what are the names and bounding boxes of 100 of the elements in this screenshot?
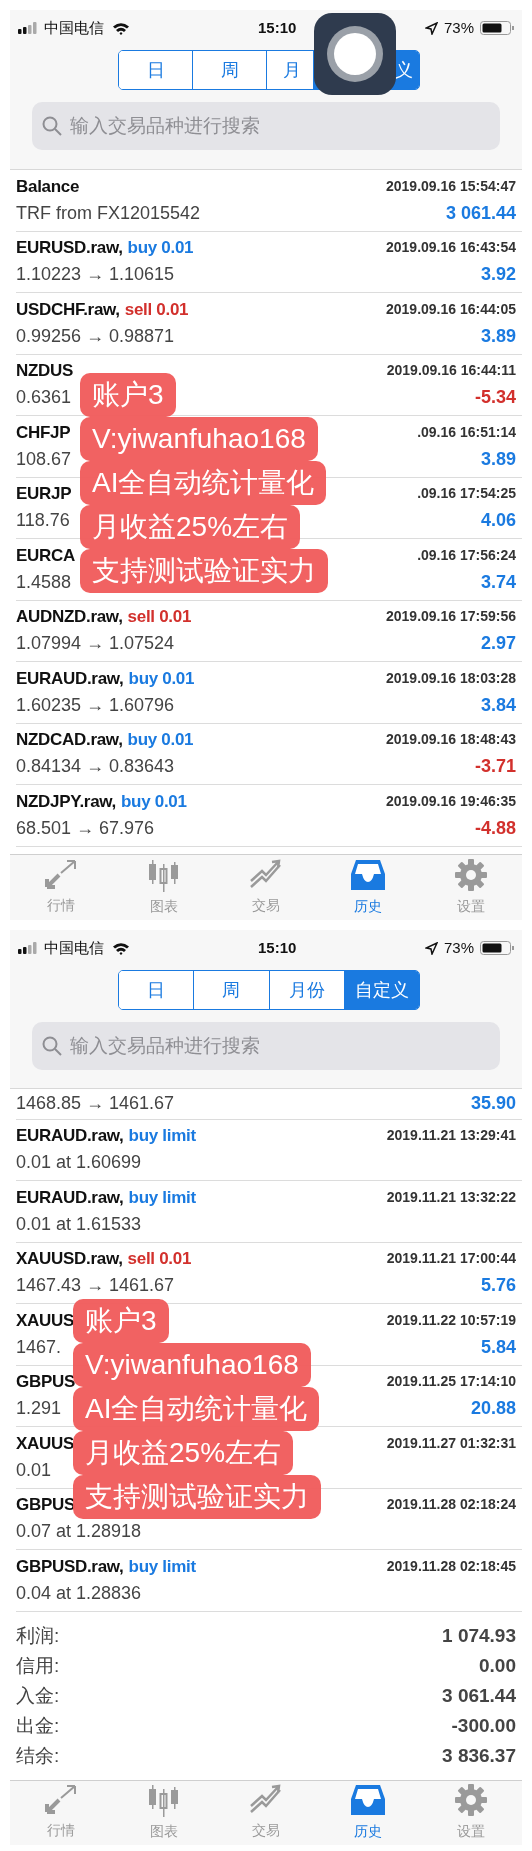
trade-action: buy limit [128,1555,196,1578]
summary-value: -300.00 [451,1714,516,1739]
tab-bar-item[interactable]: 行情 [10,855,113,920]
trade-time: 2019.09.16 15:54:47 [386,176,516,196]
trade-symbol: GBPUSD.raw, [16,1555,124,1578]
trade-symbol: XAUUS [16,1432,74,1455]
trade-symbol: XAUUSD.raw, [16,1248,123,1271]
trade-symbol: EURAUD.raw, [16,667,124,690]
trade-detail: 0.01 at 1.61533 [16,1212,142,1236]
clock-time: 15:10 [258,17,297,38]
period-tab[interactable]: 自定义 [344,971,419,1009]
trade-time: .09.16 16:51:14 [417,422,516,442]
settings-icon [453,858,488,892]
trade-symbol: EURJP [16,483,72,505]
trade-detail: 118.76 [16,509,70,533]
summary-value: 0.00 [479,1654,516,1679]
trade-detail: TRF from FX12015542 [16,201,201,225]
trade-profit: 35.90 [470,1092,516,1116]
settings-icon [453,1783,488,1818]
trade-symbol: AUDNZD.raw, [16,606,123,628]
period-tab[interactable]: 日 [119,51,193,89]
search-field[interactable]: 输入交易品种进行搜索 [32,102,500,150]
trade-profit: 3.84 [480,693,516,717]
trade-time: 2019.11.21 17:00:44 [386,1249,516,1269]
trade-detail: 1468.85 → 1461.67 [16,1092,175,1116]
trade-time: 2019.09.16 16:44:11 [386,361,516,381]
trade-profit: -5.34 [474,386,516,410]
tab-bar-item[interactable]: 历史 [317,855,420,920]
search-icon [42,116,62,136]
trade-detail: 1467.43 → 1461.67 [16,1274,175,1298]
trade-action: buy limit [128,1186,196,1209]
trade-action: sell 0.01 [124,298,189,321]
period-tab[interactable]: 周 [194,971,270,1009]
overlay-caption: 账户3 [73,1299,169,1343]
overlay-caption: 支持测试验证实力 [73,1475,321,1519]
summary-value: 3 836.37 [442,1744,516,1769]
overlay-caption: 账户3 [80,373,176,417]
period-tab[interactable]: 月份 [269,971,345,1009]
tab-bar-item[interactable]: 图表 [112,1780,215,1845]
overlay-caption: 月收益25%左右 [80,505,301,549]
trade-profit: 4.06 [480,509,516,533]
trend-line-icon [248,859,284,891]
trade-time: 2019.09.16 16:44:05 [386,299,516,319]
tab-bar-item[interactable]: 设置 [419,855,523,920]
battery-percent: 73% [443,937,474,958]
carrier-label: 中国电信 [44,17,104,38]
summary-label: 出金: [16,1714,60,1739]
search-icon [42,1036,62,1056]
inbox-tray-icon [350,1783,387,1818]
trade-detail: 0.6361 [16,386,72,410]
overlay-caption: AI全自动统计量化 [73,1387,320,1431]
trade-time: 2019.09.16 18:48:43 [386,730,516,750]
period-tab[interactable]: 日 [119,971,195,1009]
trade-detail: 0.84134 → 0.83643 [16,755,175,779]
trade-symbol: EURAUD.raw, [16,1186,124,1209]
trade-time: 2019.11.28 02:18:24 [386,1495,516,1515]
trade-detail: 108.67 [16,447,72,471]
summary-value: 1 074.93 [442,1624,516,1649]
trade-action: sell 0.01 [127,1248,192,1271]
trade-time: 2019.11.22 10:57:19 [386,1310,516,1330]
trade-detail: 1.4588 [16,570,72,594]
period-tab[interactable]: 周 [193,51,267,89]
trade-symbol: USDCHF.raw, [16,298,120,321]
assistive-touch-button[interactable] [314,13,396,95]
battery-icon [480,21,514,35]
trade-profit: -3.71 [474,755,516,779]
tab-bar-item[interactable]: 行情 [10,1780,113,1845]
trade-detail: 1467. [16,1335,62,1359]
trade-profit: 20.88 [470,1397,516,1421]
summary-label: 利润: [16,1624,60,1649]
trade-time: 2019.11.27 01:32:31 [386,1433,516,1453]
trade-symbol: Balance [16,175,80,198]
trade-time: 2019.11.21 13:32:22 [386,1187,516,1207]
tab-bar-item[interactable]: 历史 [317,1780,420,1845]
signal-icon [18,22,40,34]
trade-time: 2019.09.16 18:03:28 [386,668,516,688]
tab-bar-item[interactable]: 图表 [112,855,215,920]
trade-profit: -4.88 [474,816,516,840]
summary-label: 入金: [16,1684,60,1709]
trade-symbol: NZDCAD.raw, [16,729,123,751]
location-arrow-icon [424,941,438,955]
search-field[interactable]: 输入交易品种进行搜索 [32,1022,500,1070]
trade-detail: 0.04 at 1.28836 [16,1581,142,1605]
trade-time: .09.16 17:54:25 [417,484,516,504]
trade-action: buy 0.01 [121,790,187,813]
period-tab[interactable]: 月 [267,51,313,89]
trade-detail: 68.501 → 67.976 [16,816,155,840]
tab-bar-item[interactable]: 设置 [419,1780,523,1845]
trade-detail: 1.10223 → 1.10615 [16,263,175,287]
trade-profit: 5.76 [480,1274,516,1298]
battery-percent: 73% [443,17,474,38]
signal-icon [18,942,40,954]
trade-profit: 3 061.44 [445,201,516,225]
trade-time: 2019.09.16 16:43:54 [386,238,516,258]
trade-time: 2019.09.16 17:59:56 [386,607,516,627]
tab-bar-item[interactable]: 交易 [214,1780,318,1845]
summary-label: 信用: [16,1654,60,1679]
search-placeholder: 输入交易品种进行搜索 [70,113,260,138]
tab-bar-item[interactable]: 交易 [214,855,318,920]
carrier-label: 中国电信 [44,937,104,958]
